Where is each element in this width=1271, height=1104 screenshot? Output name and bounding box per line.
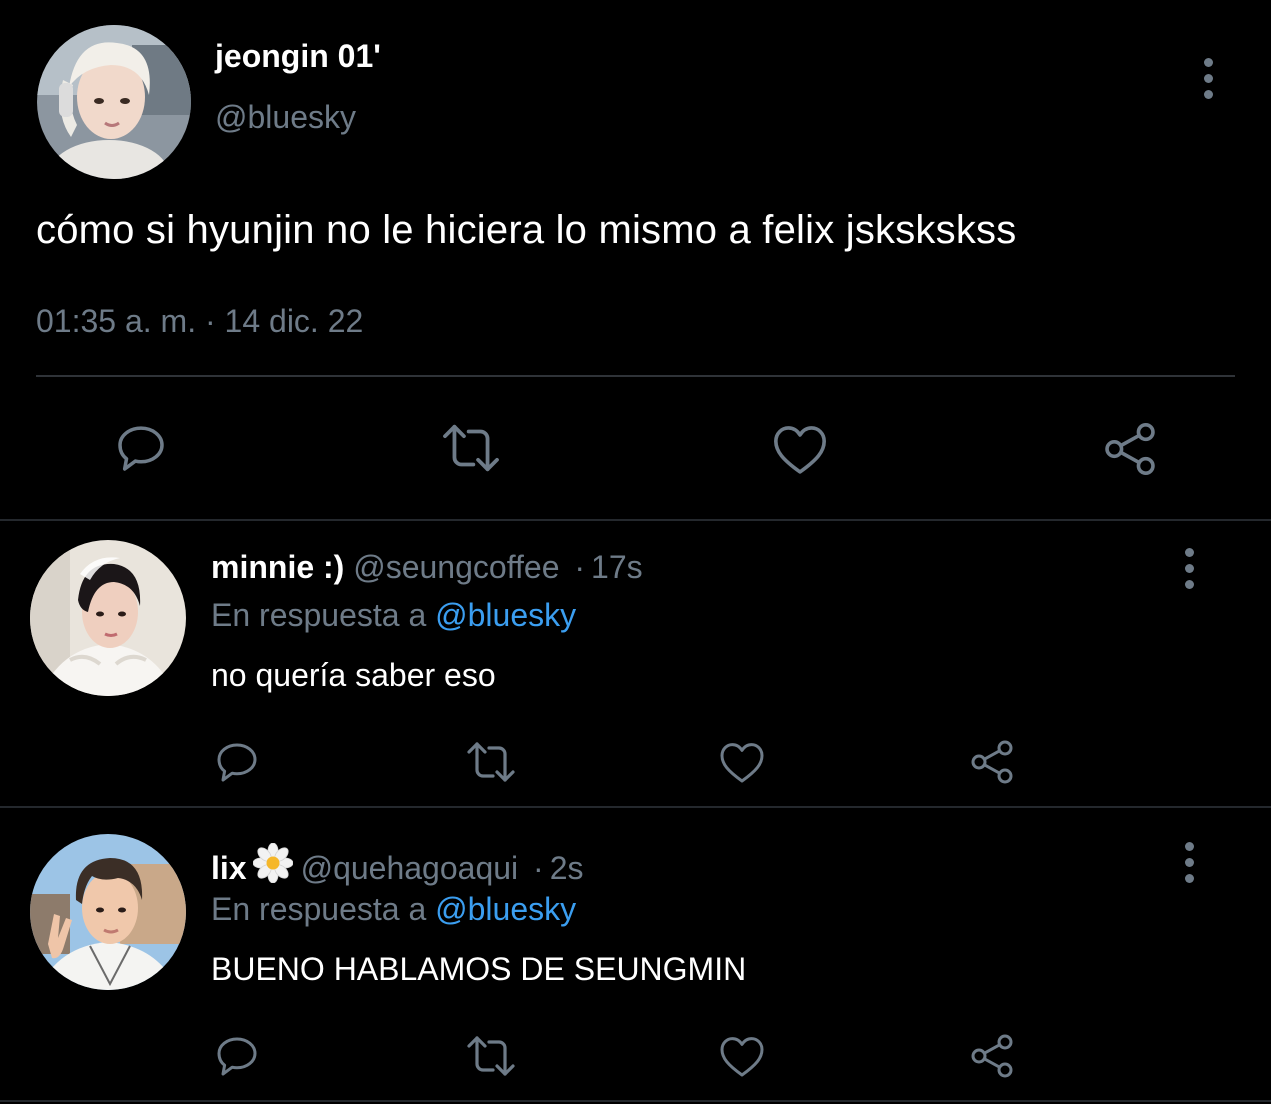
reply-display-name[interactable]: minnie :): [211, 549, 344, 585]
heart-icon[interactable]: [771, 422, 829, 476]
reply-text: no quería saber eso: [211, 657, 496, 693]
author-display-name[interactable]: jeongin 01': [215, 38, 381, 75]
tweet-text: cómo si hyunjin no le hiciera lo mismo a…: [36, 208, 1017, 252]
reply-time: 2s: [549, 850, 584, 886]
heart-icon[interactable]: [718, 1034, 766, 1078]
reply-header: lix @quehagoaqui · 2s: [211, 842, 584, 891]
divider: [36, 375, 1235, 377]
reply-mention-link[interactable]: @bluesky: [435, 891, 576, 927]
in-reply-to-label: En respuesta a: [211, 891, 427, 927]
in-reply-to-label: En respuesta a: [211, 597, 427, 633]
more-vertical-icon[interactable]: [1184, 548, 1194, 589]
retweet-icon[interactable]: [464, 1034, 518, 1078]
retweet-icon[interactable]: [464, 740, 518, 784]
share-icon[interactable]: [968, 1032, 1016, 1080]
reply-display-name[interactable]: lix: [211, 850, 247, 886]
reply-avatar[interactable]: [30, 540, 186, 696]
more-vertical-icon[interactable]: [1184, 842, 1194, 883]
share-icon[interactable]: [1101, 420, 1159, 478]
reply-time: 17s: [591, 549, 643, 585]
reply-avatar[interactable]: [30, 834, 186, 990]
heart-icon[interactable]: [718, 740, 766, 784]
share-icon[interactable]: [968, 738, 1016, 786]
author-handle[interactable]: @bluesky: [215, 99, 356, 136]
reply-bubble-icon[interactable]: [113, 420, 169, 476]
reply-handle[interactable]: @seungcoffee: [353, 549, 559, 585]
divider: [0, 519, 1271, 521]
tweet-timestamp: 01:35 a. m. · 14 dic. 22: [36, 303, 364, 339]
main-avatar[interactable]: [37, 25, 191, 179]
reply-text: BUENO HABLAMOS DE SEUNGMIN: [211, 951, 747, 987]
reply-header: minnie :) @seungcoffee · 17s: [211, 549, 643, 586]
divider: [0, 1100, 1271, 1102]
in-reply-to: En respuesta a @bluesky: [211, 597, 576, 634]
reply-bubble-icon[interactable]: [213, 1032, 261, 1080]
reply-bubble-icon[interactable]: [213, 738, 261, 786]
daisy-icon: [252, 842, 293, 891]
reply-mention-link[interactable]: @bluesky: [435, 597, 576, 633]
retweet-icon[interactable]: [440, 422, 502, 474]
separator: ·: [574, 549, 586, 585]
more-vertical-icon[interactable]: [1203, 58, 1213, 99]
in-reply-to: En respuesta a @bluesky: [211, 891, 576, 928]
divider: [0, 806, 1271, 808]
reply-handle[interactable]: @quehagoaqui: [301, 850, 519, 886]
separator: ·: [533, 850, 544, 886]
